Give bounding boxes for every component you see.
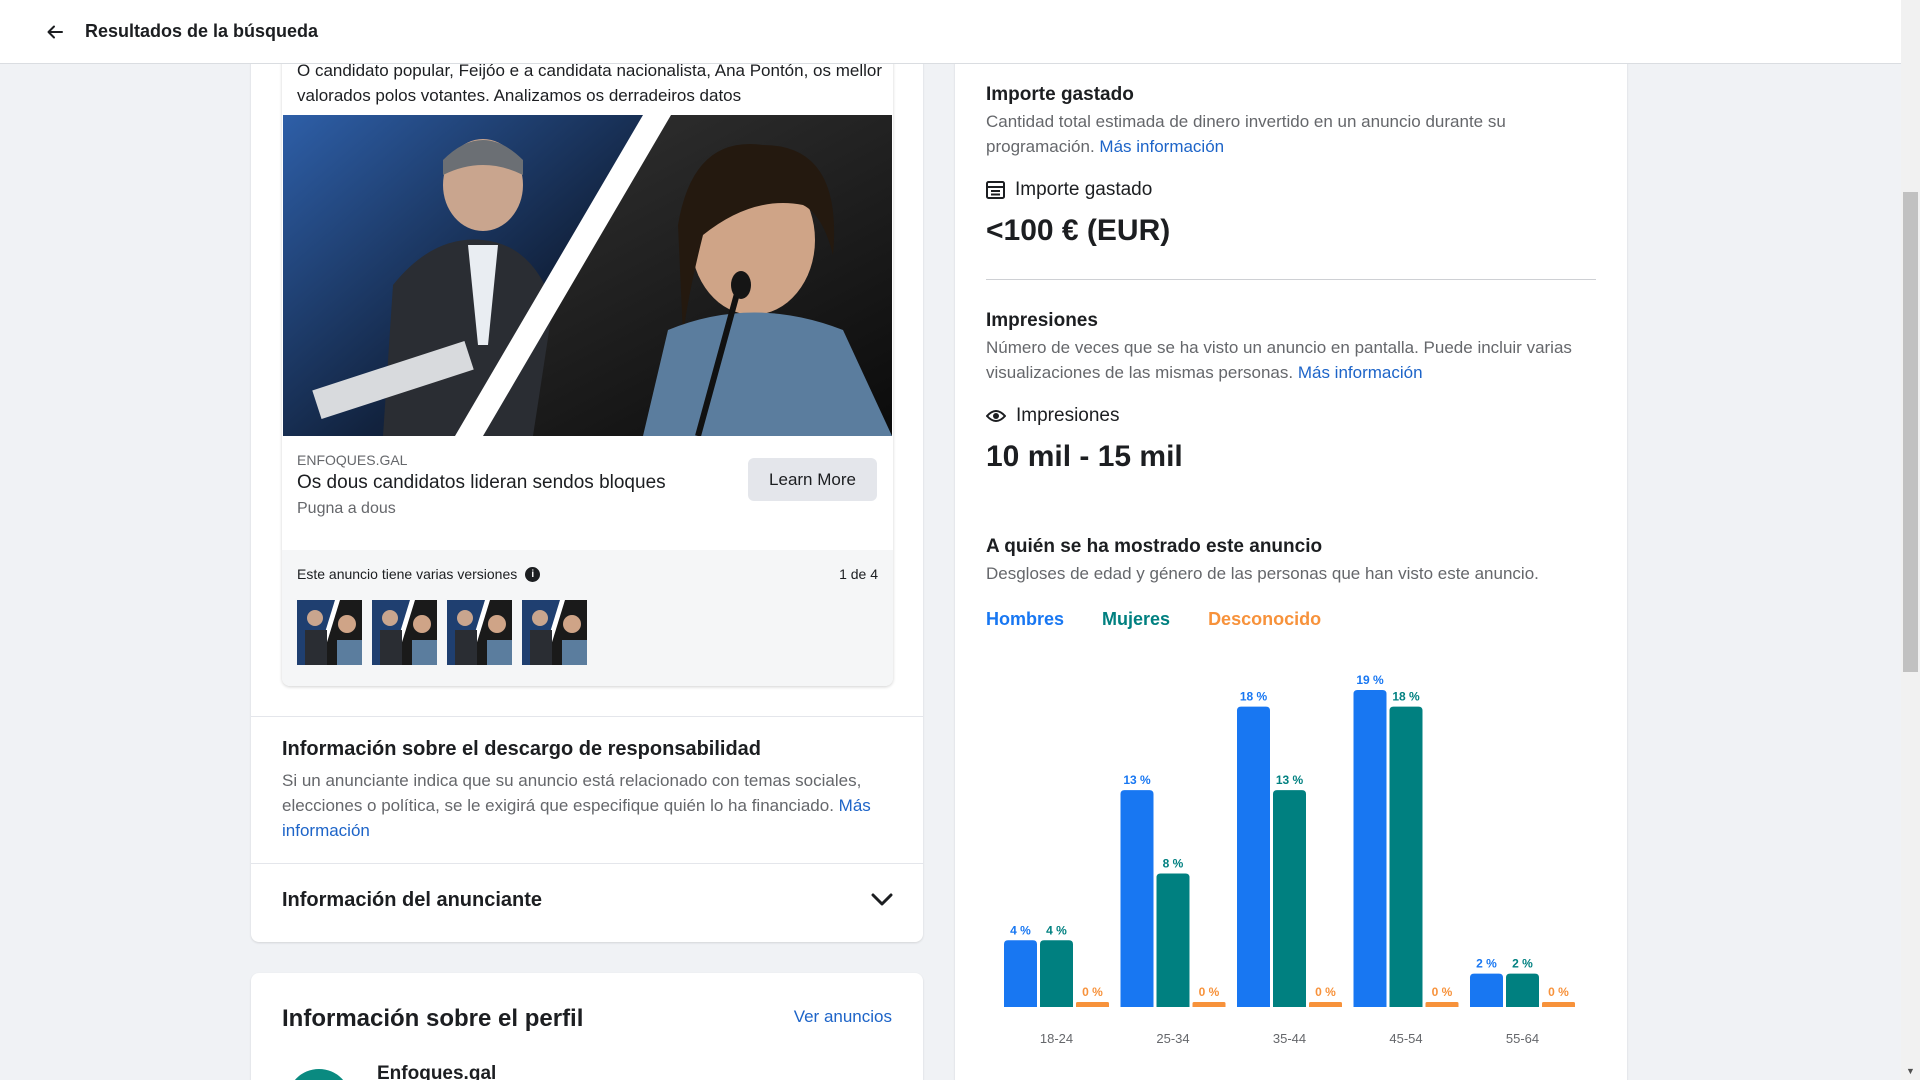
legend-unknown[interactable]: Desconocido — [1208, 609, 1321, 630]
chart-tick-label: 18-24 — [1040, 1031, 1073, 1046]
audience-title: A quién se ha mostrado este anuncio — [986, 536, 1323, 557]
legend-women[interactable]: Mujeres — [1102, 609, 1170, 630]
age-gender-chart: 4 % 4 % 0 % 18-24 13 % 8 % 0 % 25-34 18 % 13 % 0 %… — [1004, 673, 1575, 1046]
ad-body-text: O candidato popular, Feijóo e a candidat… — [297, 61, 882, 105]
chart-bar-hombres-35-44[interactable] — [1237, 706, 1270, 1007]
divider — [251, 716, 923, 717]
versions-label: Este anuncio tiene varias versiones — [297, 566, 518, 582]
chart-bar-mujeres-18-24[interactable] — [1040, 940, 1073, 1007]
see-ads-link[interactable]: Ver anuncios — [794, 1007, 892, 1027]
version-thumbnail[interactable] — [297, 600, 362, 665]
spend-more-info-link[interactable]: Más información — [1099, 137, 1224, 156]
info-icon[interactable]: i — [525, 566, 541, 582]
chart-bar-hombres-25-34[interactable] — [1120, 790, 1154, 1007]
chart-bar-desconocido-45-54[interactable] — [1425, 1002, 1459, 1007]
impressions-value: 10 mil - 15 mil — [986, 440, 1183, 473]
chart-data-label: 13 % — [1276, 773, 1304, 787]
scrollbar-thumb[interactable] — [1903, 192, 1918, 672]
learn-more-button[interactable]: Learn More — [748, 458, 877, 501]
chart-data-label: 18 % — [1240, 690, 1268, 704]
spend-label-row: Importe gastado — [986, 179, 1152, 201]
impressions-description: Número de veces que se ha visto un anunc… — [986, 338, 1572, 382]
chart-data-label: 19 % — [1356, 673, 1384, 687]
chart-tick-label: 55-64 — [1506, 1031, 1539, 1046]
chart-data-label: 0 % — [1432, 985, 1453, 999]
chart-data-label: 8 % — [1163, 857, 1184, 871]
divider — [251, 863, 923, 864]
ad-domain: ENFOQUES.GAL — [297, 452, 408, 468]
divider — [986, 279, 1596, 280]
version-thumbnail[interactable] — [522, 600, 587, 665]
chart-bar-mujeres-25-34[interactable] — [1156, 873, 1190, 1007]
profile-name[interactable]: Enfoques.gal — [377, 1063, 496, 1080]
ad-versions: Este anuncio tiene varias versiones i 1 … — [282, 550, 893, 686]
top-bar: Resultados de la búsqueda — [0, 0, 1901, 64]
chart-data-label: 18 % — [1392, 690, 1420, 704]
profile-title: Información sobre el perfil — [282, 1005, 584, 1032]
legend-men[interactable]: Hombres — [986, 609, 1064, 630]
chart-data-label: 2 % — [1476, 957, 1497, 971]
chart-bar-desconocido-18-24[interactable] — [1076, 1002, 1109, 1007]
arrow-left-icon[interactable] — [35, 12, 75, 52]
impressions-title: Impresiones — [986, 310, 1098, 331]
disclaimer-text: Si un anunciante indica que su anuncio e… — [282, 771, 871, 840]
impressions-label: Impresiones — [1016, 405, 1120, 426]
chart-data-label: 4 % — [1010, 923, 1031, 937]
version-thumbnail[interactable] — [372, 600, 437, 665]
versions-label-row: Este anuncio tiene varias versiones i — [297, 566, 541, 582]
chart-data-label: 0 % — [1315, 985, 1336, 999]
chart-legend: Hombres Mujeres Desconocido — [986, 609, 1321, 630]
chart-bar-desconocido-25-34[interactable] — [1192, 1002, 1226, 1007]
advertiser-info-toggle[interactable]: Información del anunciante — [282, 880, 893, 920]
chart-bar-hombres-45-54[interactable] — [1353, 690, 1387, 1007]
chart-data-label: 0 % — [1548, 985, 1569, 999]
spend-label: Importe gastado — [1015, 179, 1153, 200]
version-thumbnail[interactable] — [447, 600, 512, 665]
chart-bar-desconocido-55-64[interactable] — [1542, 1002, 1575, 1007]
chart-data-label: 0 % — [1082, 985, 1103, 999]
chart-bar-mujeres-55-64[interactable] — [1506, 973, 1539, 1007]
eye-icon — [986, 410, 1006, 422]
disclaimer-title: Información sobre el descargo de respons… — [282, 738, 762, 760]
ad-image[interactable] — [283, 115, 892, 436]
chart-bar-mujeres-35-44[interactable] — [1273, 790, 1306, 1007]
impressions-label-row: Impresiones — [986, 405, 1120, 427]
chart-tick-label: 35-44 — [1273, 1031, 1306, 1046]
spend-description: Cantidad total estimada de dinero invert… — [986, 112, 1506, 156]
scrollbar[interactable]: ▼ — [1901, 0, 1920, 1080]
chart-data-label: 13 % — [1123, 773, 1151, 787]
avatar[interactable] — [287, 1069, 351, 1080]
chart-data-label: 2 % — [1512, 957, 1533, 971]
versions-count: 1 de 4 — [839, 566, 878, 582]
profile-card: Información sobre el perfil Ver anuncios… — [251, 973, 923, 1080]
chart-bar-mujeres-45-54[interactable] — [1389, 706, 1423, 1007]
scroll-down-arrow-icon[interactable]: ▼ — [1906, 1066, 1915, 1076]
chart-bar-hombres-55-64[interactable] — [1470, 973, 1503, 1007]
chart-tick-label: 25-34 — [1156, 1031, 1189, 1046]
audience-description: Desgloses de edad y género de las person… — [986, 564, 1539, 583]
ad-description: Pugna a dous — [297, 500, 396, 517]
ad-headline: Os dous candidatos lideran sendos bloque… — [297, 472, 666, 493]
chart-data-label: 4 % — [1046, 923, 1067, 937]
page-title: Resultados de la búsqueda — [85, 21, 319, 41]
chart-bar-desconocido-35-44[interactable] — [1309, 1002, 1342, 1007]
ad-link-meta[interactable]: ENFOQUES.GAL Os dous candidatos lideran … — [297, 452, 717, 518]
spend-title: Importe gastado — [986, 84, 1134, 105]
ad-preview: O candidato popular, Feijóo e a candidat… — [282, 40, 893, 686]
chart-tick-label: 45-54 — [1389, 1031, 1422, 1046]
chevron-down-icon[interactable] — [871, 893, 893, 907]
chart-bar-hombres-18-24[interactable] — [1004, 940, 1037, 1007]
advertiser-info-title: Información del anunciante — [282, 888, 543, 911]
impressions-more-info-link[interactable]: Más información — [1298, 363, 1423, 382]
spend-value: <100 € (EUR) — [986, 214, 1171, 247]
money-icon — [986, 181, 1005, 199]
chart-data-label: 0 % — [1199, 985, 1220, 999]
